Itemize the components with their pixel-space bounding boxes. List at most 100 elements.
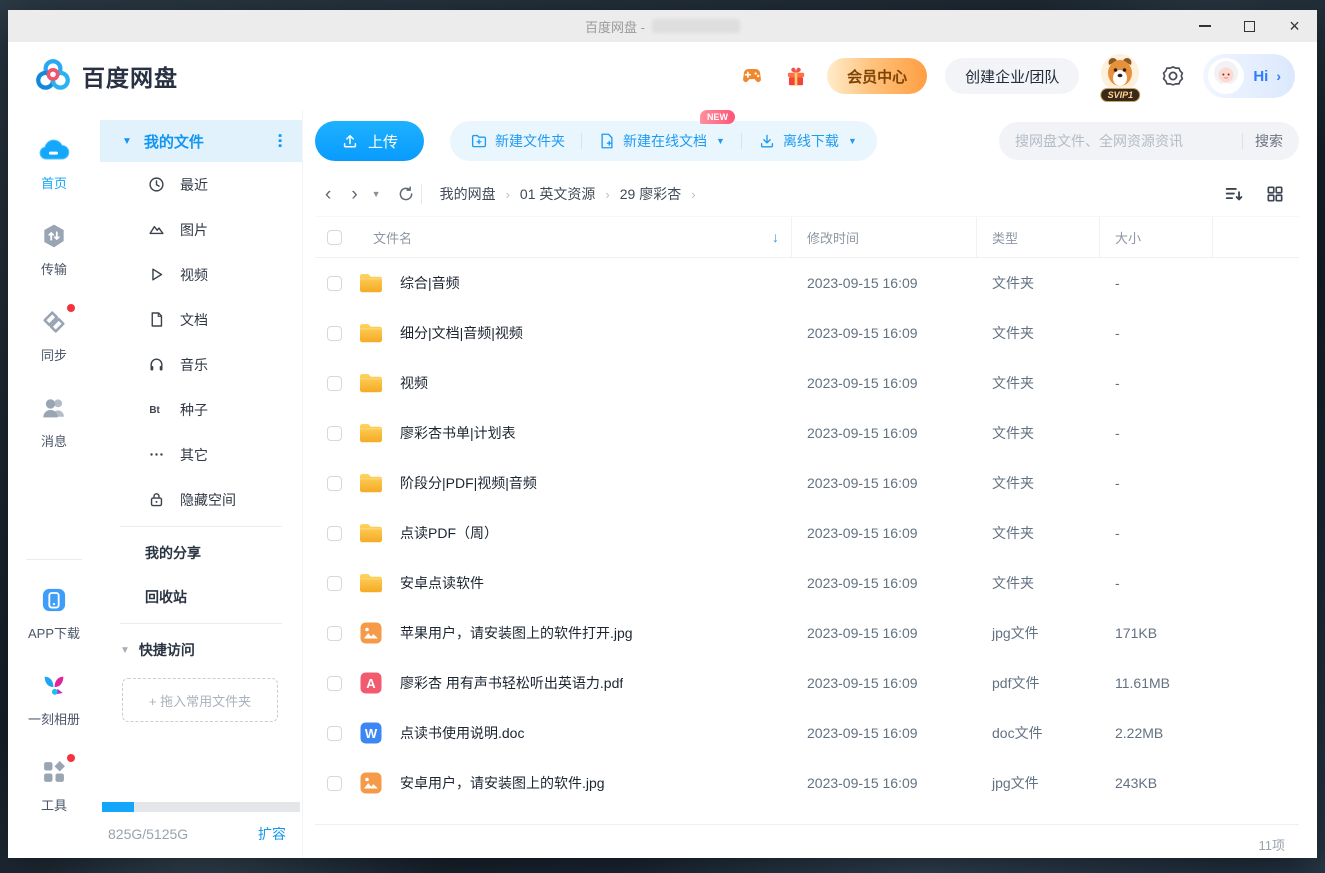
row-checkbox[interactable]: [327, 326, 342, 341]
rail-item-home[interactable]: 首页: [38, 136, 70, 192]
breadcrumb-item[interactable]: 01 英文资源: [520, 184, 595, 204]
search-box[interactable]: 搜索: [999, 122, 1299, 160]
column-header-size[interactable]: 大小: [1100, 217, 1213, 257]
toolbar-separator: [581, 133, 582, 149]
file-row[interactable]: A廖彩杏 用有声书轻松听出英语力.pdf 2023-09-15 16:09 pd…: [315, 658, 1299, 708]
gift-icon[interactable]: [783, 63, 809, 89]
file-name[interactable]: 廖彩杏书单|计划表: [400, 423, 516, 443]
sidebar-item-others[interactable]: 其它: [100, 432, 302, 477]
rail-item-sync[interactable]: 同步: [40, 308, 68, 364]
sidebar-item-my-share[interactable]: 我的分享: [100, 531, 302, 575]
file-row[interactable]: 安卓点读软件 2023-09-15 16:09 文件夹 -: [315, 558, 1299, 608]
file-row[interactable]: 视频 2023-09-15 16:09 文件夹 -: [315, 358, 1299, 408]
file-row[interactable]: 细分|文档|音频|视频 2023-09-15 16:09 文件夹 -: [315, 308, 1299, 358]
new-folder-button[interactable]: 新建文件夹: [470, 131, 565, 151]
nav-label: 文档: [180, 310, 208, 330]
file-row[interactable]: 苹果用户，请安装图上的软件打开.jpg 2023-09-15 16:09 jpg…: [315, 608, 1299, 658]
file-name[interactable]: 廖彩杏 用有声书轻松听出英语力.pdf: [400, 673, 623, 693]
file-size: -: [1100, 525, 1213, 541]
svip-avatar[interactable]: SVIP1: [1097, 53, 1143, 99]
offline-download-button[interactable]: 离线下载 ▼: [758, 131, 857, 151]
file-row[interactable]: 廖彩杏书单|计划表 2023-09-15 16:09 文件夹 -: [315, 408, 1299, 458]
back-button[interactable]: ‹: [325, 185, 331, 204]
grid-view-button[interactable]: [1265, 184, 1285, 204]
sidebar-item-music[interactable]: 音乐: [100, 342, 302, 387]
vip-center-button[interactable]: 会员中心: [827, 58, 927, 94]
select-all-checkbox[interactable]: [327, 230, 342, 245]
sidebar-item-hidden-space[interactable]: 隐藏空间: [100, 477, 302, 522]
app-logo[interactable]: 百度网盘: [34, 57, 178, 95]
row-checkbox[interactable]: [327, 426, 342, 441]
minimize-icon: [1199, 25, 1211, 27]
breadcrumb-item-current[interactable]: 29 廖彩杏: [620, 184, 681, 204]
column-header-modified[interactable]: 修改时间: [792, 217, 977, 257]
rail-item-app-download[interactable]: APP下载: [28, 586, 80, 642]
file-name[interactable]: 综合|音频: [400, 273, 460, 293]
row-checkbox[interactable]: [327, 626, 342, 641]
new-online-doc-button[interactable]: NEW 新建在线文档 ▼: [598, 131, 725, 151]
column-header-name[interactable]: 文件名: [373, 228, 412, 247]
file-row[interactable]: 点读PDF（周） 2023-09-15 16:09 文件夹 -: [315, 508, 1299, 558]
column-header-type[interactable]: 类型: [977, 217, 1100, 257]
sidebar-item-videos[interactable]: 视频: [100, 252, 302, 297]
rail-item-transfer[interactable]: 传输: [40, 222, 68, 278]
file-name[interactable]: 视频: [400, 373, 428, 393]
file-type: pdf文件: [977, 673, 1100, 693]
file-name[interactable]: 点读书使用说明.doc: [400, 723, 524, 743]
sidebar-item-recycle-bin[interactable]: 回收站: [100, 575, 302, 619]
file-row[interactable]: 综合|音频 2023-09-15 16:09 文件夹 -: [315, 258, 1299, 308]
sort-list-button[interactable]: [1223, 183, 1245, 205]
rail-item-moment-album[interactable]: 一刻相册: [28, 672, 80, 728]
rail-item-tools[interactable]: 工具: [40, 758, 68, 814]
row-checkbox[interactable]: [327, 526, 342, 541]
game-center-icon[interactable]: [739, 63, 765, 89]
file-row[interactable]: W点读书使用说明.doc 2023-09-15 16:09 doc文件 2.22…: [315, 708, 1299, 758]
sidebar-item-recent[interactable]: 最近: [100, 162, 302, 207]
close-button[interactable]: ×: [1272, 10, 1317, 42]
row-checkbox[interactable]: [327, 376, 342, 391]
user-account-button[interactable]: Hi ›: [1203, 54, 1295, 98]
file-name[interactable]: 安卓用户，请安装图上的软件.jpg: [400, 773, 605, 793]
file-row[interactable]: 安卓用户，请安装图上的软件.jpg 2023-09-15 16:09 jpg文件…: [315, 758, 1299, 808]
file-name[interactable]: 安卓点读软件: [400, 573, 484, 593]
drag-folder-dropzone[interactable]: + 拖入常用文件夹: [122, 678, 278, 722]
file-name[interactable]: 点读PDF（周）: [400, 523, 498, 543]
sidebar-item-pictures[interactable]: 图片: [100, 207, 302, 252]
file-row[interactable]: 阶段分|PDF|视频|音频 2023-09-15 16:09 文件夹 -: [315, 458, 1299, 508]
rail-label: 工具: [41, 795, 67, 814]
file-name[interactable]: 阶段分|PDF|视频|音频: [400, 473, 537, 493]
upload-button[interactable]: 上传: [315, 121, 424, 161]
file-name[interactable]: 苹果用户，请安装图上的软件打开.jpg: [400, 623, 633, 643]
sidebar-item-torrents[interactable]: Bt 种子: [100, 387, 302, 432]
sidebar-item-quick-access[interactable]: ▼ 快捷访问: [100, 628, 302, 672]
transfer-icon: [40, 222, 68, 250]
breadcrumb-separator-icon: ›: [605, 187, 609, 202]
sidebar-item-documents[interactable]: 文档: [100, 297, 302, 342]
row-checkbox[interactable]: [327, 726, 342, 741]
search-input[interactable]: [1015, 133, 1230, 149]
breadcrumb-item-root[interactable]: 我的网盘: [440, 184, 496, 204]
settings-gear-icon[interactable]: [1161, 64, 1185, 88]
sort-direction-icon[interactable]: ↓: [772, 229, 779, 245]
forward-button[interactable]: ›: [351, 185, 357, 204]
row-checkbox[interactable]: [327, 276, 342, 291]
search-button[interactable]: 搜索: [1255, 131, 1283, 151]
new-doc-icon: [598, 132, 616, 150]
refresh-button[interactable]: [397, 185, 415, 203]
history-dropdown-icon[interactable]: ▼: [372, 189, 381, 199]
row-checkbox[interactable]: [327, 576, 342, 591]
expand-storage-link[interactable]: 扩容: [258, 824, 286, 844]
minimize-button[interactable]: [1182, 10, 1227, 42]
file-name[interactable]: 细分|文档|音频|视频: [400, 323, 523, 343]
rail-item-messages[interactable]: 消息: [40, 394, 68, 450]
row-checkbox[interactable]: [327, 776, 342, 791]
upload-label: 上传: [368, 131, 398, 152]
row-checkbox[interactable]: [327, 476, 342, 491]
more-options-icon[interactable]: ⋯: [271, 133, 289, 149]
row-checkbox[interactable]: [327, 676, 342, 691]
svip-badge: SVIP1: [1101, 88, 1141, 102]
sidebar-item-my-files[interactable]: ▼ 我的文件 ⋯: [100, 120, 302, 162]
create-team-button[interactable]: 创建企业/团队: [945, 58, 1079, 94]
maximize-button[interactable]: [1227, 10, 1272, 42]
nav-label: 音乐: [180, 355, 208, 375]
